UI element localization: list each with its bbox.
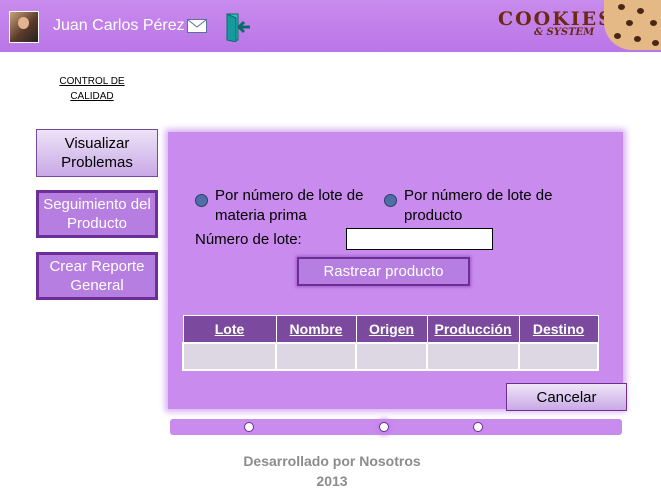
column-header-destino[interactable]: Destino — [518, 315, 599, 344]
radio-lote-materia[interactable]: Por número de lote de materia prima — [195, 186, 375, 226]
radio-lote-producto[interactable]: Por número de lote de producto — [384, 186, 569, 226]
radio-label: Por número de lote de producto — [404, 187, 553, 224]
table-row — [182, 342, 599, 371]
user-avatar — [9, 11, 39, 43]
footer-year: 2013 — [316, 473, 348, 489]
column-header-produccion[interactable]: Producción — [426, 315, 520, 344]
footer: Desarrollado por Nosotros 2013 — [200, 451, 464, 491]
carousel-slider — [170, 419, 622, 435]
lote-label: Número de lote: — [195, 231, 302, 248]
username: Juan Carlos Pérez — [53, 17, 185, 34]
table-header-row: Lote Nombre Origen Producción Destino — [182, 315, 599, 344]
column-header-origen[interactable]: Origen — [355, 315, 428, 344]
table-cell — [182, 342, 277, 371]
footer-credit: Desarrollado por Nosotros — [243, 453, 421, 469]
cancel-button[interactable]: Cancelar — [506, 383, 627, 411]
mail-icon[interactable] — [187, 19, 207, 33]
column-header-lote[interactable]: Lote — [182, 315, 277, 344]
table-cell — [275, 342, 357, 371]
brand-logo: COOKIES & SYSTEM — [498, 8, 614, 38]
column-header-nombre[interactable]: Nombre — [275, 315, 357, 344]
radio-label: Por número de lote de materia prima — [215, 187, 364, 224]
results-table: Lote Nombre Origen Producción Destino — [182, 315, 599, 371]
slider-dot[interactable] — [473, 422, 483, 432]
slider-dot-active[interactable] — [379, 422, 389, 432]
table-cell — [518, 342, 599, 371]
radio-button[interactable] — [384, 194, 397, 207]
exit-icon[interactable] — [224, 12, 252, 42]
table-cell — [355, 342, 428, 371]
crear-reporte-button[interactable]: Crear Reporte General — [36, 252, 158, 300]
visualizar-problemas-button[interactable]: Visualizar Problemas — [36, 129, 158, 177]
section-title: CONTROL DE CALIDAD — [59, 76, 125, 102]
slider-dot[interactable] — [244, 422, 254, 432]
rastrear-producto-button[interactable]: Rastrear producto — [297, 257, 470, 286]
cookie-image — [604, 0, 661, 50]
lote-input[interactable] — [346, 228, 493, 250]
table-cell — [426, 342, 520, 371]
seguimiento-producto-button[interactable]: Seguimiento del Producto — [36, 190, 158, 238]
radio-button[interactable] — [195, 194, 208, 207]
top-bar: Juan Carlos Pérez COOKIES & SYSTEM — [0, 0, 661, 52]
